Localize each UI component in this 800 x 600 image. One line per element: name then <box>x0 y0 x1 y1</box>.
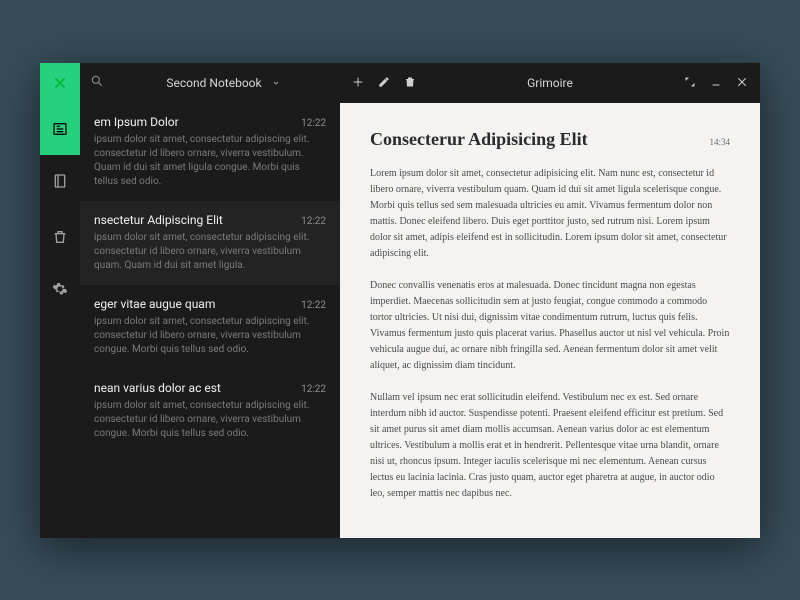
note-item[interactable]: nean varius dolor ac est 12:22 ipsum dol… <box>80 369 340 453</box>
chevron-down-icon <box>272 76 280 90</box>
note-excerpt: ipsum dolor sit amet, consectetur adipis… <box>94 231 326 273</box>
new-note-button[interactable] <box>352 73 364 92</box>
note-item[interactable]: nsectetur Adipiscing Elit 12:22 ipsum do… <box>80 201 340 285</box>
nav-settings[interactable] <box>40 263 80 315</box>
note-list-header: Second Notebook <box>80 63 340 103</box>
fullscreen-icon[interactable] <box>684 73 696 92</box>
document-title: Grimoire <box>432 76 668 90</box>
delete-icon[interactable] <box>404 73 416 92</box>
notebook-selector[interactable]: Second Notebook <box>116 76 330 90</box>
note-item[interactable]: eger vitae augue quam 12:22 ipsum dolor … <box>80 285 340 369</box>
editor-panel: Grimoire Consecterur Adipisicing Elit 14… <box>340 63 760 538</box>
editor-title: Consecterur Adipisicing Elit <box>370 129 588 150</box>
note-title: nsectetur Adipiscing Elit <box>94 213 223 227</box>
note-list: em Ipsum Dolor 12:22 ipsum dolor sit ame… <box>80 103 340 538</box>
editor-paragraph: Lorem ipsum dolor sit amet, consectetur … <box>370 166 730 262</box>
note-title: nean varius dolor ac est <box>94 381 221 395</box>
note-item[interactable]: em Ipsum Dolor 12:22 ipsum dolor sit ame… <box>80 103 340 201</box>
note-excerpt: ipsum dolor sit amet, consectetur adipis… <box>94 399 326 441</box>
note-list-panel: Second Notebook em Ipsum Dolor 12:22 ips… <box>80 63 340 538</box>
editor-time: 14:34 <box>709 137 730 147</box>
editor-body[interactable]: Consecterur Adipisicing Elit 14:34 Lorem… <box>340 103 760 538</box>
icon-rail <box>40 63 80 538</box>
editor-paragraph: Donec convallis venenatis eros at malesu… <box>370 278 730 374</box>
close-app-button[interactable] <box>40 63 80 103</box>
note-excerpt: ipsum dolor sit amet, consectetur adipis… <box>94 133 326 189</box>
note-excerpt: ipsum dolor sit amet, consectetur adipis… <box>94 315 326 357</box>
minimize-icon[interactable] <box>710 73 722 92</box>
search-icon[interactable] <box>90 73 104 92</box>
edit-icon[interactable] <box>378 73 390 92</box>
close-icon[interactable] <box>736 73 748 92</box>
app-window: Second Notebook em Ipsum Dolor 12:22 ips… <box>40 63 760 538</box>
editor-toolbar: Grimoire <box>340 63 760 103</box>
note-time: 12:22 <box>301 118 326 129</box>
note-title: eger vitae augue quam <box>94 297 215 311</box>
notebook-name: Second Notebook <box>166 76 261 90</box>
note-time: 12:22 <box>301 216 326 227</box>
note-title: em Ipsum Dolor <box>94 115 179 129</box>
nav-trash[interactable] <box>40 211 80 263</box>
editor-paragraph: Nullam vel ipsum nec erat sollicitudin e… <box>370 390 730 502</box>
nav-notebooks[interactable] <box>40 155 80 207</box>
note-time: 12:22 <box>301 300 326 311</box>
note-time: 12:22 <box>301 384 326 395</box>
nav-notes[interactable] <box>40 103 80 155</box>
